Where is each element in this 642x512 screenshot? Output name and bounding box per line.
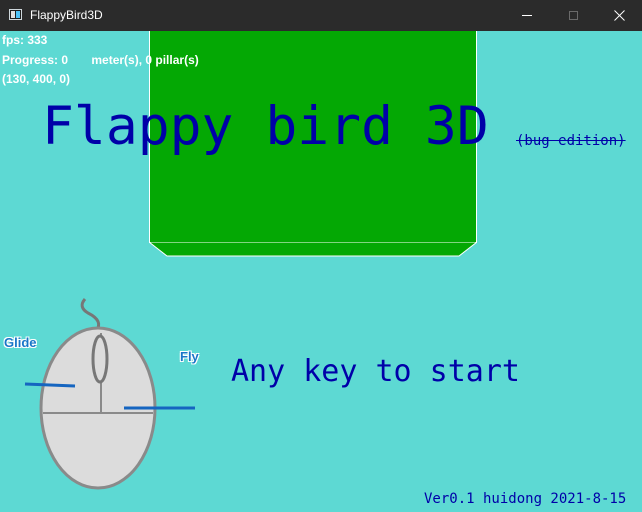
minimize-button[interactable] xyxy=(504,0,550,31)
position-readout: (130, 400, 0) xyxy=(2,72,71,86)
window-titlebar[interactable]: FlappyBird3D xyxy=(0,0,642,31)
minimize-icon xyxy=(522,15,532,16)
progress-readout: Progress: 0 meter(s), 0 pillar(s) xyxy=(2,53,199,67)
game-canvas[interactable]: fps: 333 Progress: 0 meter(s), 0 pillar(… xyxy=(0,31,642,512)
pillar-base xyxy=(149,242,477,257)
close-icon xyxy=(613,10,625,21)
app-window-icon xyxy=(9,9,22,20)
window-title: FlappyBird3D xyxy=(30,8,103,22)
fly-label: Fly xyxy=(180,349,199,364)
edition-subtitle: (bug edition) xyxy=(516,133,626,149)
game-title: Flappy bird 3D xyxy=(42,96,489,157)
fps-counter: fps: 333 xyxy=(2,33,48,47)
version-text: Ver0.1 huidong 2021-8-15 xyxy=(424,491,627,507)
start-prompt: Any key to start xyxy=(231,354,520,389)
maximize-icon xyxy=(568,11,578,20)
mouse-icon xyxy=(24,298,195,490)
maximize-button xyxy=(550,0,596,31)
glide-label: Glide xyxy=(4,335,37,350)
close-button[interactable] xyxy=(596,0,642,31)
